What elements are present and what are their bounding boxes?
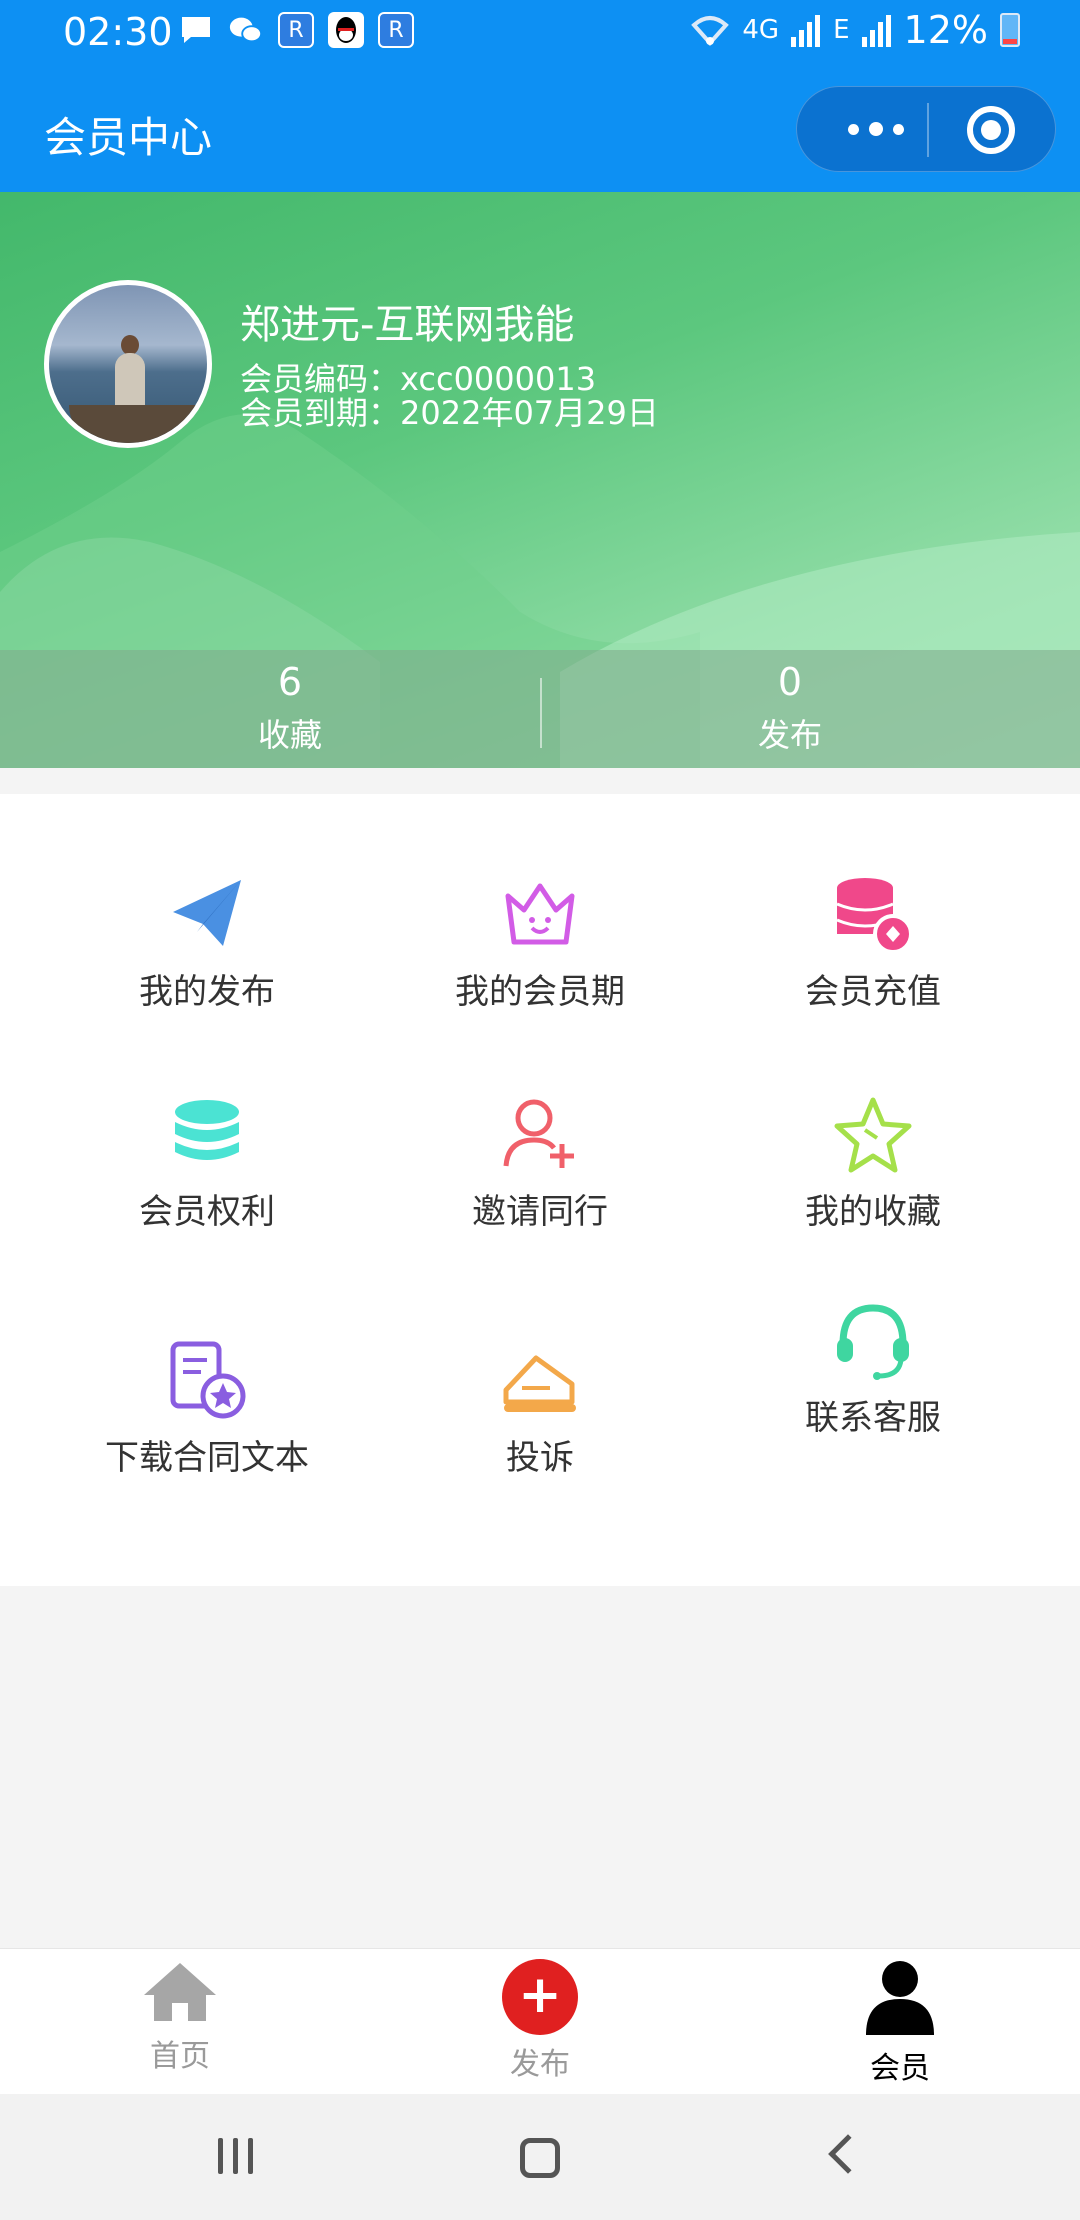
avatar-boat: [69, 405, 199, 443]
menu-label: 联系客服: [805, 1398, 941, 1438]
network-type: 4G: [742, 15, 780, 45]
home-icon: [144, 1963, 216, 2021]
tab-home[interactable]: 首页: [80, 1959, 280, 2075]
bar-icon: [248, 2138, 253, 2174]
capsule-divider: [927, 103, 929, 157]
system-nav-bar: [0, 2094, 1080, 2220]
menu-invite-peers[interactable]: 邀请同行: [360, 1014, 720, 1234]
stat-label: 发布: [757, 716, 822, 754]
menu-my-posts[interactable]: 我的发布: [27, 794, 387, 1014]
signal-icon: [791, 15, 821, 47]
menu-download-contract[interactable]: 下载合同文本: [27, 1260, 387, 1480]
dot-icon: [848, 123, 859, 135]
menu-label: 会员权利: [139, 1192, 275, 1232]
headset-icon: [837, 1304, 909, 1380]
menu-customer-service[interactable]: 联系客服: [693, 1260, 1053, 1480]
avatar-person-head: [121, 335, 139, 355]
wifi-icon: [691, 16, 730, 47]
paper-plane-icon: [173, 880, 241, 946]
qq-icon: [328, 12, 364, 48]
battery-icon: [1000, 13, 1020, 47]
menu-label: 我的发布: [139, 972, 275, 1012]
notification-icons: R R: [178, 12, 414, 48]
title-bar: 会员中心: [0, 66, 1080, 192]
app-r-icon: R: [378, 12, 414, 48]
stat-value: 0: [777, 660, 803, 704]
menu-label: 我的收藏: [805, 1192, 941, 1232]
member-expire-date: 会员到期：2022年07月29日: [240, 394, 659, 432]
stats-bar: 6 收藏 0 发布: [0, 650, 1080, 768]
message-icon: [178, 12, 214, 48]
menu-complaint[interactable]: 投诉: [360, 1260, 720, 1480]
envelope-icon: [503, 1355, 576, 1412]
menu-recharge[interactable]: 会员充值: [693, 794, 1053, 1014]
menu-label: 邀请同行: [472, 1192, 608, 1232]
bar-icon: [233, 2138, 238, 2174]
page-title: 会员中心: [44, 113, 213, 162]
system-indicators: 4G E 12%: [690, 8, 1020, 52]
user-name: 郑进元-互联网我能: [240, 302, 575, 348]
wechat-icon: [228, 12, 264, 48]
plus-icon: +: [502, 1959, 578, 2035]
coin-stack-icon: [836, 878, 913, 954]
stat-favorites[interactable]: 6 收藏: [20, 660, 560, 756]
menu-label: 我的会员期: [455, 972, 625, 1012]
menu-member-rights[interactable]: 会员权利: [27, 1014, 387, 1234]
profile-banner: 郑进元-互联网我能 会员编码：xcc0000013 会员到期：2022年07月2…: [0, 192, 1080, 768]
stat-value: 6: [277, 660, 303, 704]
avatar-person: [115, 353, 145, 413]
app-r-icon: R: [278, 12, 314, 48]
contract-icon: [170, 1341, 246, 1419]
status-time: 02:30: [63, 10, 173, 54]
stat-label: 收藏: [257, 716, 322, 754]
star-icon: [834, 1097, 912, 1173]
bottom-tab-bar: 首页 + 发布 会员: [0, 1948, 1080, 2094]
menu-label: 下载合同文本: [105, 1438, 309, 1478]
dot-icon: [893, 123, 904, 135]
tab-publish[interactable]: + 发布: [440, 1959, 640, 2083]
menu-label: 会员充值: [805, 972, 941, 1012]
back-button[interactable]: [828, 2134, 868, 2174]
miniapp-capsule: [796, 86, 1056, 172]
status-bar: 02:30 R R 4G E 12%: [0, 0, 1080, 66]
avatar[interactable]: [44, 280, 212, 448]
tab-label: 会员: [870, 2051, 930, 2086]
crown-icon: [505, 883, 575, 945]
tab-label: 首页: [150, 2039, 210, 2074]
menu-my-membership[interactable]: 我的会员期: [360, 794, 720, 1014]
recents-button[interactable]: [218, 2138, 253, 2174]
menu-my-favorites[interactable]: 我的收藏: [693, 1014, 1053, 1234]
more-options-button[interactable]: [831, 97, 921, 161]
menu-label: 投诉: [506, 1438, 574, 1478]
stat-published[interactable]: 0 发布: [520, 660, 1060, 756]
close-miniapp-button[interactable]: [967, 106, 1015, 154]
bar-icon: [218, 2138, 223, 2174]
tab-label: 发布: [510, 2047, 570, 2082]
signal-icon: [861, 15, 891, 47]
tab-member[interactable]: 会员: [800, 1959, 1000, 2087]
database-icon: [175, 1100, 239, 1160]
home-button[interactable]: [520, 2138, 560, 2178]
user-icon: [866, 1961, 934, 2035]
add-user-icon: [503, 1099, 574, 1168]
battery-percent: 12%: [903, 8, 988, 52]
menu-grid: 我的发布 我的会员期 会员充值 会员权利 邀请同行 我的收藏 下载合同文本 投诉…: [0, 794, 1080, 1586]
network-type-2: E: [833, 15, 850, 45]
dot-icon: [869, 122, 883, 136]
